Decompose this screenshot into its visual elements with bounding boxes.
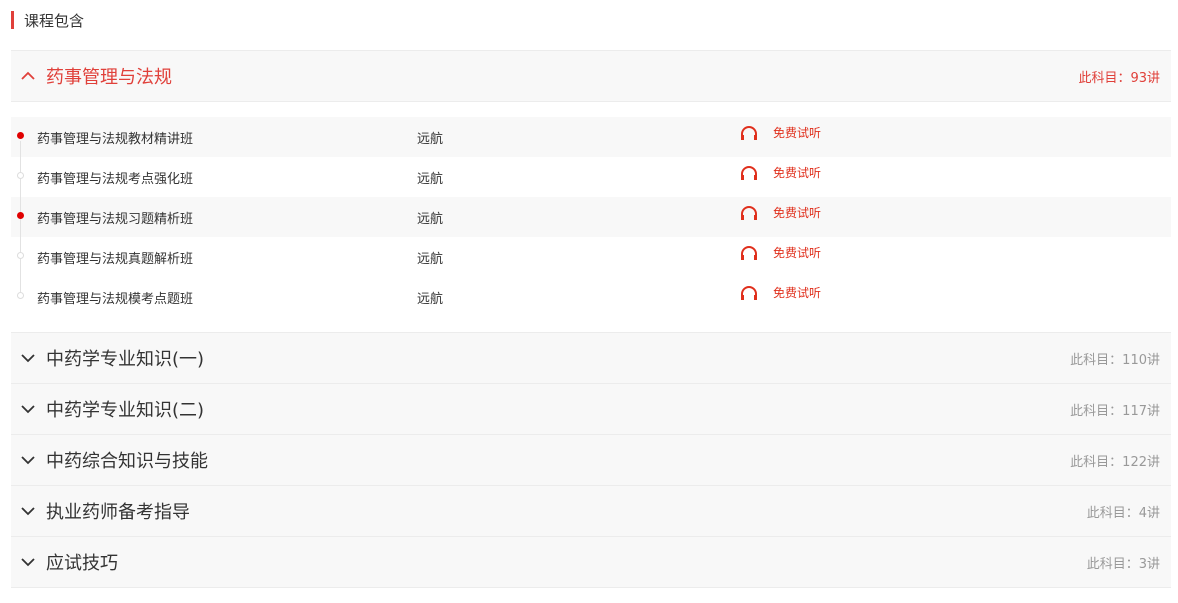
subject-count: 此科目：3讲: [1086, 556, 1160, 572]
lesson-name[interactable]: 药事管理与法规教材精讲班: [37, 128, 193, 147]
timeline-dot-active: [17, 132, 24, 139]
timeline-dot: [17, 172, 24, 179]
subject-header-5[interactable]: 应试技巧 此科目：3讲: [11, 536, 1171, 588]
subject-header-0[interactable]: 药事管理与法规 此科目：93讲: [11, 50, 1171, 102]
timeline-line: [20, 141, 21, 157]
lesson-name[interactable]: 药事管理与法规真题解析班: [37, 248, 193, 267]
timeline-dot-active: [17, 212, 24, 219]
subject-header-3[interactable]: 中药综合知识与技能 此科目：122讲: [11, 434, 1171, 486]
free-audition-link[interactable]: 免费试听: [740, 124, 821, 141]
subject-count: 此科目：110讲: [1070, 352, 1160, 368]
lesson-name[interactable]: 药事管理与法规考点强化班: [37, 168, 193, 187]
section-header: 课程包含: [11, 10, 84, 30]
lesson-teacher: 远航: [417, 252, 444, 267]
headphones-icon: [741, 165, 757, 180]
lesson-list: 药事管理与法规教材精讲班 远航 免费试听 药事管理与法规考点强化班 远航 免费试…: [11, 117, 1171, 317]
subject-name: 中药学专业知识(一): [46, 349, 205, 370]
title-accent-bar: [11, 11, 14, 29]
lesson-teacher: 远航: [417, 212, 444, 227]
subject-header-2[interactable]: 中药学专业知识(二) 此科目：117讲: [11, 383, 1171, 435]
lesson-name[interactable]: 药事管理与法规模考点题班: [37, 288, 193, 307]
headphones-icon: [741, 245, 757, 260]
timeline-dot: [17, 252, 24, 259]
subject-name: 应试技巧: [46, 553, 118, 574]
chevron-down-icon[interactable]: [20, 503, 36, 519]
lesson-row[interactable]: 药事管理与法规考点强化班 远航 免费试听: [11, 157, 1171, 197]
timeline-dot: [17, 292, 24, 299]
chevron-up-icon[interactable]: [20, 68, 36, 84]
free-audition-label[interactable]: 免费试听: [773, 164, 821, 181]
free-audition-label[interactable]: 免费试听: [773, 284, 821, 301]
lesson-teacher: 远航: [417, 172, 444, 187]
free-audition-label[interactable]: 免费试听: [773, 204, 821, 221]
free-audition-link[interactable]: 免费试听: [740, 164, 821, 181]
chevron-down-icon[interactable]: [20, 350, 36, 366]
lesson-row[interactable]: 药事管理与法规习题精析班 远航 免费试听: [11, 197, 1171, 237]
free-audition-link[interactable]: 免费试听: [740, 284, 821, 301]
lesson-row[interactable]: 药事管理与法规真题解析班 远航 免费试听: [11, 237, 1171, 277]
free-audition-link[interactable]: 免费试听: [740, 204, 821, 221]
lesson-teacher: 远航: [417, 292, 444, 307]
free-audition-link[interactable]: 免费试听: [740, 244, 821, 261]
chevron-down-icon[interactable]: [20, 401, 36, 417]
subject-count: 此科目：122讲: [1070, 454, 1160, 470]
subject-header-1[interactable]: 中药学专业知识(一) 此科目：110讲: [11, 332, 1171, 384]
free-audition-label[interactable]: 免费试听: [773, 124, 821, 141]
chevron-down-icon[interactable]: [20, 554, 36, 570]
lesson-name[interactable]: 药事管理与法规习题精析班: [37, 208, 193, 227]
lesson-row[interactable]: 药事管理与法规教材精讲班 远航 免费试听: [11, 117, 1171, 157]
subject-count: 此科目：4讲: [1086, 505, 1160, 521]
subject-name: 执业药师备考指导: [46, 502, 190, 523]
lesson-row[interactable]: 药事管理与法规模考点题班 远航 免费试听: [11, 277, 1171, 317]
section-title: 课程包含: [24, 11, 85, 30]
subject-count: 此科目：93讲: [1078, 70, 1160, 86]
headphones-icon: [741, 285, 757, 300]
subject-name: 药事管理与法规: [46, 67, 172, 88]
subject-header-4[interactable]: 执业药师备考指导 此科目：4讲: [11, 485, 1171, 537]
chevron-down-icon[interactable]: [20, 452, 36, 468]
headphones-icon: [741, 205, 757, 220]
lesson-teacher: 远航: [417, 132, 444, 147]
subject-count: 此科目：117讲: [1070, 403, 1160, 419]
free-audition-label[interactable]: 免费试听: [773, 244, 821, 261]
subject-name: 中药综合知识与技能: [46, 451, 208, 472]
headphones-icon: [741, 125, 757, 140]
subject-name: 中药学专业知识(二): [46, 400, 205, 421]
